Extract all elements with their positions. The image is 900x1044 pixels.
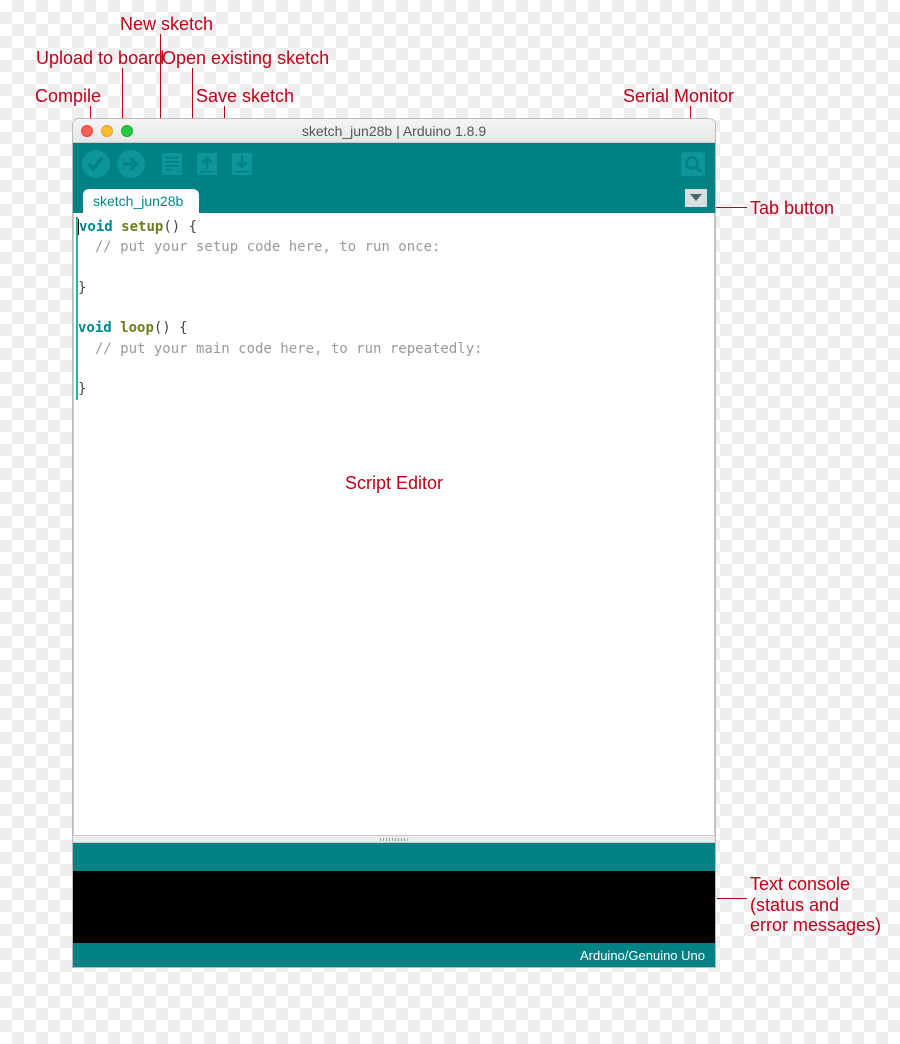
window-title: sketch_jun28b | Arduino 1.8.9	[73, 123, 715, 139]
status-bar	[73, 843, 715, 871]
new-file-icon	[158, 150, 186, 178]
titlebar: sketch_jun28b | Arduino 1.8.9	[73, 119, 715, 143]
tab-bar: sketch_jun28b	[73, 185, 715, 213]
magnifier-icon	[679, 150, 707, 178]
pane-divider[interactable]	[73, 835, 715, 843]
board-info: Arduino/Genuino Uno	[580, 948, 705, 963]
save-sketch-button[interactable]	[225, 148, 258, 181]
serial-monitor-button[interactable]	[676, 148, 709, 181]
annotation-compile: Compile	[35, 86, 101, 107]
sketch-tab[interactable]: sketch_jun28b	[83, 189, 199, 213]
arrow-down-icon	[228, 150, 256, 178]
code-editor[interactable]: void setup() { // put your setup code he…	[73, 213, 715, 835]
tab-menu-button[interactable]	[685, 189, 707, 207]
annotation-upload: Upload to board	[36, 48, 164, 69]
compile-button[interactable]	[79, 148, 112, 181]
annotation-open: Open existing sketch	[162, 48, 329, 69]
arrow-up-icon	[193, 150, 221, 178]
open-sketch-button[interactable]	[190, 148, 223, 181]
arrow-right-icon	[116, 149, 146, 179]
annotation-new: New sketch	[120, 14, 213, 35]
new-sketch-button[interactable]	[155, 148, 188, 181]
annotation-tab: Tab button	[750, 198, 834, 219]
window-controls	[81, 125, 133, 137]
annotation-serial: Serial Monitor	[623, 86, 734, 107]
annotation-editor: Script Editor	[74, 473, 714, 494]
zoom-window-button[interactable]	[121, 125, 133, 137]
annotation-console: Text console (status and error messages)	[750, 874, 881, 936]
minimize-window-button[interactable]	[101, 125, 113, 137]
chevron-down-icon	[689, 193, 703, 203]
close-window-button[interactable]	[81, 125, 93, 137]
upload-button[interactable]	[114, 148, 147, 181]
toolbar	[73, 143, 715, 185]
check-icon	[81, 149, 111, 179]
annotation-save: Save sketch	[196, 86, 294, 107]
text-console[interactable]	[73, 871, 715, 943]
ide-window: sketch_jun28b | Arduino 1.8.9	[72, 118, 716, 968]
footer-bar: Arduino/Genuino Uno	[73, 943, 715, 967]
